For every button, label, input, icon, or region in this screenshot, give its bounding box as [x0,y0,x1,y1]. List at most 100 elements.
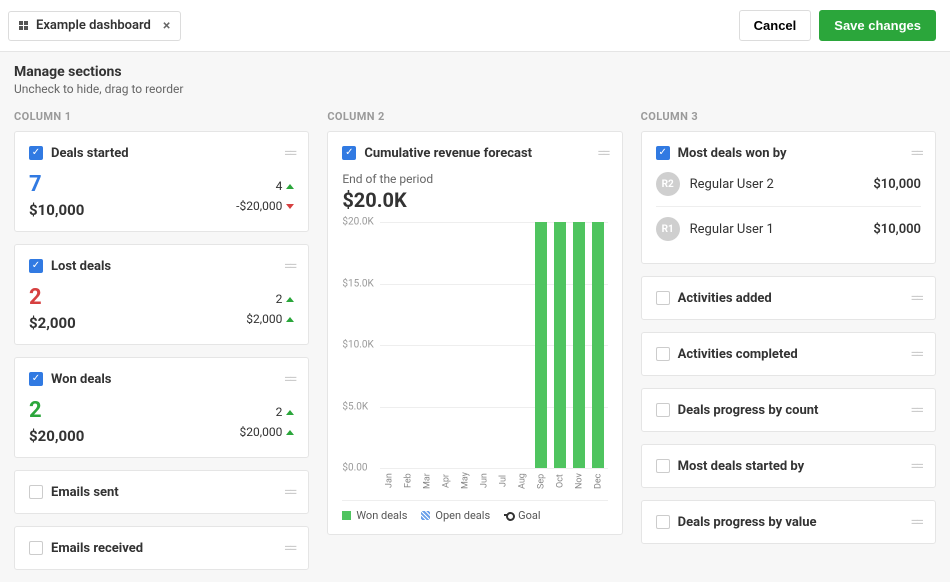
drag-handle-icon[interactable]: == [284,539,294,557]
save-button[interactable]: Save changes [819,10,936,41]
bar [554,222,566,468]
card-title: Most deals won by [678,146,903,161]
y-tick: $10.0K [342,340,373,351]
x-tick: Dec [589,470,608,492]
metric-primary: 7 [29,172,84,197]
revenue-chart: $0.00$5.0K$10.0K$15.0K$20.0KJanFebMarApr… [342,222,607,492]
delta-value: -$20,000 [236,199,282,213]
user-name: Regular User 2 [690,177,864,192]
chart-value: $20.0K [342,188,607,212]
column-label: COLUMN 3 [641,110,936,123]
cancel-button[interactable]: Cancel [739,10,812,41]
checkbox-activities-completed[interactable] [656,347,670,361]
bar [592,222,604,468]
drag-handle-icon[interactable]: == [911,345,921,363]
checkbox-emails-received[interactable] [29,541,43,555]
checkbox-revenue-forecast[interactable] [342,146,356,160]
x-tick: Feb [399,470,418,492]
topbar: Example dashboard × Cancel Save changes [0,0,950,52]
user-value: $10,000 [873,222,921,237]
checkbox-most-deals-won[interactable] [656,146,670,160]
card-lost-deals[interactable]: Lost deals == 2 $2,000 2 $2,000 [14,244,309,345]
legend-swatch-goal [504,511,513,520]
metric-secondary: $2,000 [29,314,76,332]
metric-secondary: $20,000 [29,427,84,445]
card-deals-started[interactable]: Deals started == 7 $10,000 4 -$20,000 [14,131,309,232]
card-won-deals[interactable]: Won deals == 2 $20,000 2 $20,000 [14,357,309,458]
card-title: Emails sent [51,485,276,500]
card-title: Deals progress by count [678,403,903,418]
card-emails-received[interactable]: Emails received == [14,526,309,570]
checkbox-deals-progress-value[interactable] [656,515,670,529]
checkbox-won-deals[interactable] [29,372,43,386]
checkbox-deals-progress-count[interactable] [656,403,670,417]
card-deals-progress-value[interactable]: Deals progress by value == [641,500,936,544]
card-emails-sent[interactable]: Emails sent == [14,470,309,514]
card-title: Emails received [51,541,276,556]
legend-label: Goal [518,509,540,522]
card-title: Deals progress by value [678,515,903,530]
avatar: R1 [656,217,680,241]
content: Manage sections Uncheck to hide, drag to… [0,52,950,582]
drag-handle-icon[interactable]: == [284,370,294,388]
tab-title: Example dashboard [36,18,151,33]
drag-handle-icon[interactable]: == [911,513,921,531]
delta-value: $2,000 [246,312,282,326]
drag-handle-icon[interactable]: == [911,144,921,162]
user-value: $10,000 [873,177,921,192]
drag-handle-icon[interactable]: == [911,401,921,419]
checkbox-emails-sent[interactable] [29,485,43,499]
card-deals-progress-count[interactable]: Deals progress by count == [641,388,936,432]
column-label: COLUMN 2 [327,110,622,123]
metric-secondary: $10,000 [29,201,84,219]
drag-handle-icon[interactable]: == [284,483,294,501]
bar [535,222,547,468]
y-tick: $0.00 [342,463,367,474]
card-title: Deals started [51,146,276,161]
list-item: R1 Regular User 1 $10,000 [656,206,921,251]
delta-count: 2 [276,292,283,306]
dashboard-tab[interactable]: Example dashboard × [8,11,181,41]
drag-handle-icon[interactable]: == [597,144,607,162]
card-most-deals-won[interactable]: Most deals won by == R2 Regular User 2 $… [641,131,936,264]
card-activities-added[interactable]: Activities added == [641,276,936,320]
checkbox-activities-added[interactable] [656,291,670,305]
x-tick: Jul [494,470,513,492]
x-tick: May [456,470,475,492]
x-tick: Aug [513,470,532,492]
dashboard-icon [19,21,28,30]
drag-handle-icon[interactable]: == [911,457,921,475]
delta-count: 4 [276,179,283,193]
card-most-deals-started[interactable]: Most deals started by== [641,444,936,488]
drag-handle-icon[interactable]: == [284,257,294,275]
checkbox-most-deals-started[interactable] [656,459,670,473]
y-tick: $15.0K [342,278,373,289]
card-activities-completed[interactable]: Activities completed == [641,332,936,376]
close-icon[interactable]: × [163,18,170,34]
card-title: Lost deals [51,259,276,274]
trend-up-icon [286,410,294,415]
x-tick: Jun [475,470,494,492]
card-title: Activities added [678,291,903,306]
column-2: COLUMN 2 Cumulative revenue forecast == … [327,110,622,582]
top-actions: Cancel Save changes [739,10,936,41]
bar [573,222,585,468]
x-tick: Jan [380,470,399,492]
x-tick: Sep [532,470,551,492]
user-name: Regular User 1 [690,222,864,237]
legend-swatch-won [342,511,351,520]
drag-handle-icon[interactable]: == [911,289,921,307]
x-tick: Nov [570,470,589,492]
drag-handle-icon[interactable]: == [284,144,294,162]
checkbox-deals-started[interactable] [29,146,43,160]
card-revenue-forecast[interactable]: Cumulative revenue forecast == End of th… [327,131,622,535]
checkbox-lost-deals[interactable] [29,259,43,273]
chart-legend: Won deals Open deals Goal [342,500,607,522]
metric-primary: 2 [29,398,84,423]
avatar: R2 [656,172,680,196]
chart-subtitle: End of the period [342,172,607,186]
column-3: COLUMN 3 Most deals won by == R2 Regular… [641,110,936,582]
card-title: Activities completed [678,347,903,362]
delta-count: 2 [276,405,283,419]
x-tick: Oct [551,470,570,492]
